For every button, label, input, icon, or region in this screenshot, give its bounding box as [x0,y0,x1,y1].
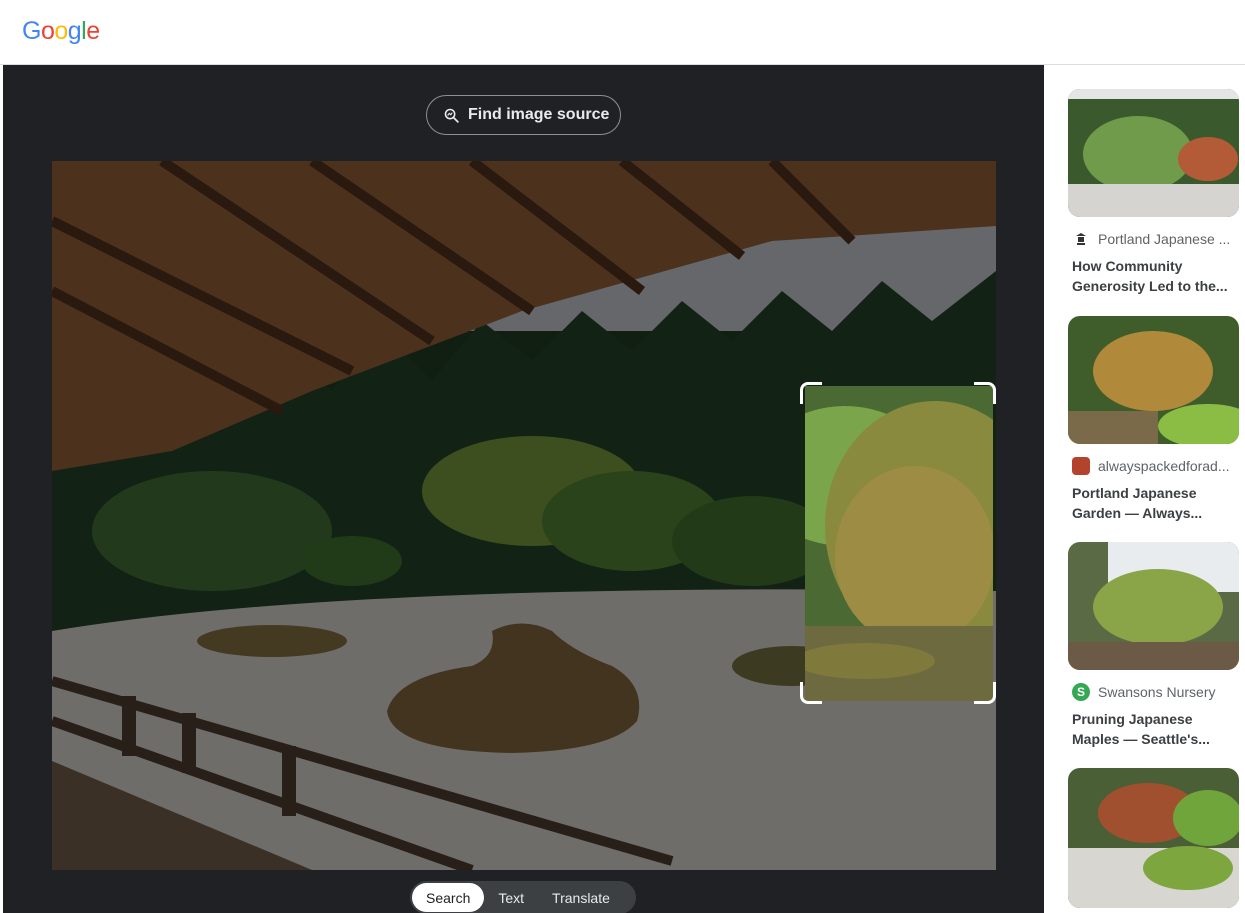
result-source-name: Portland Japanese ... [1098,231,1231,247]
result-title[interactable]: Pruning Japanese Maples — Seattle's... [1072,709,1232,749]
result-card[interactable]: alwayspackedforad... Portland Japanese G… [1068,316,1239,523]
uploaded-image[interactable] [52,161,996,870]
result-source: alwayspackedforad... [1072,457,1239,475]
result-title[interactable]: Portland Japanese Garden — Always... [1072,483,1232,523]
logo-letter: G [22,17,41,45]
result-thumbnail[interactable] [1068,768,1239,908]
lantern-icon [1072,230,1090,248]
result-thumbnail[interactable] [1068,316,1239,444]
result-card[interactable]: S Swansons Nursery Pruning Japanese Mapl… [1068,542,1239,749]
tab-text[interactable]: Text [484,883,538,912]
site-photo-icon [1072,457,1090,475]
google-logo[interactable]: Google [22,17,100,46]
result-thumbnail[interactable] [1068,89,1239,217]
crop-handle-bottom-right[interactable] [974,682,996,704]
result-title[interactable]: How Community Generosity Led to the... [1072,256,1232,296]
logo-letter: e [86,17,100,45]
logo-letter: o [54,17,68,45]
lens-mode-tabs: Search Text Translate [410,881,636,913]
image-search-icon [443,107,460,124]
selected-region[interactable] [805,386,993,701]
result-thumbnail[interactable] [1068,542,1239,670]
result-card[interactable]: Portland Japanese ... How Community Gene… [1068,89,1239,296]
result-source-name: alwayspackedforad... [1098,458,1230,474]
logo-letter: g [67,17,82,45]
swansons-s-icon: S [1072,683,1090,701]
result-card[interactable] [1068,768,1239,908]
logo-letter: o [40,17,55,45]
crop-handle-top-left[interactable] [800,382,822,404]
top-bar: Google [0,0,1245,65]
crop-handle-top-right[interactable] [974,382,996,404]
visual-matches-column: Portland Japanese ... How Community Gene… [1044,65,1245,913]
lens-image-panel: Find image source Search Text Translate [3,65,1044,913]
tab-search[interactable]: Search [412,883,485,912]
result-source: S Swansons Nursery [1072,683,1239,701]
tab-translate[interactable]: Translate [538,883,624,912]
result-source: Portland Japanese ... [1072,230,1239,248]
result-source-name: Swansons Nursery [1098,684,1216,700]
find-image-source-button[interactable]: Find image source [426,95,621,135]
crop-handle-bottom-left[interactable] [800,682,822,704]
find-image-source-label: Find image source [468,106,610,123]
